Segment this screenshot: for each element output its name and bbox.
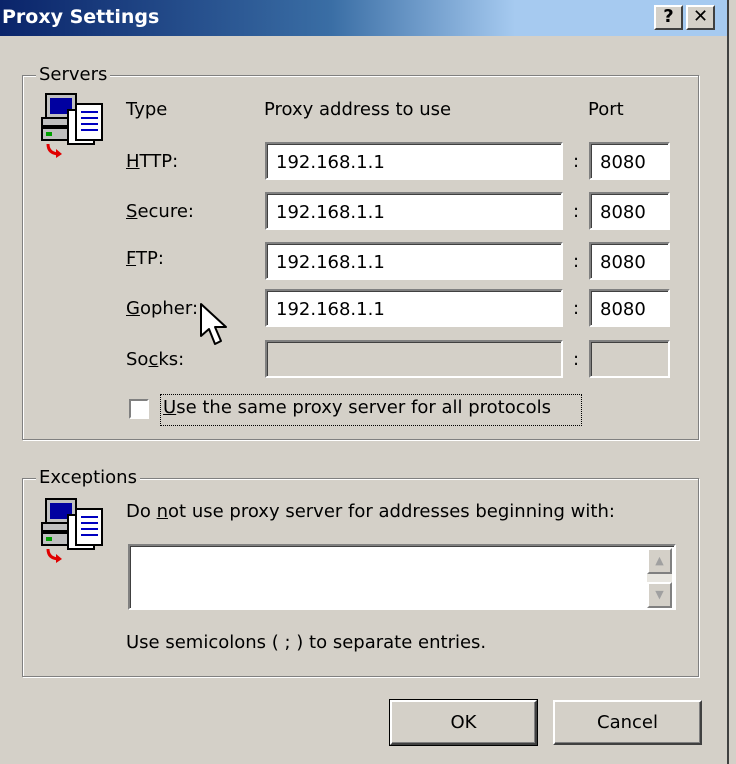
secure-port-input[interactable]: 8080 xyxy=(589,192,670,230)
ftp-address-input[interactable]: 192.168.1.1 xyxy=(265,242,563,280)
help-button[interactable]: ? xyxy=(654,5,683,30)
exceptions-group-label: Exceptions xyxy=(36,467,140,488)
computer-network-icon xyxy=(41,93,103,158)
exceptions-textarea[interactable]: ▲ ▼ xyxy=(128,544,676,610)
exceptions-hint: Use semicolons ( ; ) to separate entries… xyxy=(126,632,487,653)
secure-colon: : xyxy=(573,201,580,222)
window-title: Proxy Settings xyxy=(2,6,160,28)
type-header: Type xyxy=(126,99,168,120)
scroll-down-button[interactable]: ▼ xyxy=(647,582,672,608)
port-header: Port xyxy=(588,99,624,120)
servers-group-label: Servers xyxy=(36,64,111,85)
socks-address-input[interactable] xyxy=(265,340,563,378)
gopher-label: Gopher: xyxy=(126,298,199,319)
socks-port-input[interactable] xyxy=(589,340,670,378)
socks-colon: : xyxy=(573,349,580,370)
address-header: Proxy address to use xyxy=(264,99,452,120)
ftp-label: FTP: xyxy=(126,248,164,269)
scroll-up-button[interactable]: ▲ xyxy=(647,548,672,574)
close-button[interactable]: ✕ xyxy=(686,5,715,30)
ok-button[interactable]: OK xyxy=(389,699,538,746)
same-proxy-checkbox[interactable] xyxy=(129,399,149,419)
http-label: HTTP: xyxy=(126,151,179,172)
window-frame-edge xyxy=(727,0,736,764)
http-address-input[interactable]: 192.168.1.1 xyxy=(265,142,563,180)
http-colon: : xyxy=(573,151,580,172)
http-port-input[interactable]: 8080 xyxy=(589,142,670,180)
ftp-colon: : xyxy=(573,251,580,272)
secure-address-input[interactable]: 192.168.1.1 xyxy=(265,192,563,230)
computer-network-icon xyxy=(41,498,103,563)
gopher-colon: : xyxy=(573,298,580,319)
ftp-port-input[interactable]: 8080 xyxy=(589,242,670,280)
cancel-button[interactable]: Cancel xyxy=(553,700,702,745)
socks-label: Socks: xyxy=(126,349,185,370)
gopher-port-input[interactable]: 8080 xyxy=(589,289,670,327)
mouse-cursor-icon xyxy=(200,303,227,345)
exceptions-description: Do not use proxy server for addresses be… xyxy=(126,501,615,522)
secure-label: Secure: xyxy=(126,201,194,222)
exceptions-scrollbar[interactable]: ▲ ▼ xyxy=(647,548,672,608)
gopher-address-input[interactable]: 192.168.1.1 xyxy=(265,289,563,327)
same-proxy-label[interactable]: Use the same proxy server for all protoc… xyxy=(163,397,551,418)
title-bar: Proxy Settings ? ✕ xyxy=(0,0,736,36)
